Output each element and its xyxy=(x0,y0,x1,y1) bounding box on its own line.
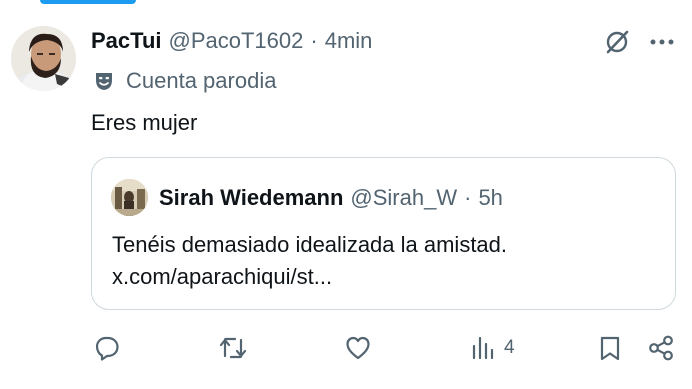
quote-separator-dot: · xyxy=(464,185,472,210)
user-handle[interactable]: @PacoT1602 xyxy=(169,27,304,55)
tweet-text: Eres mujer xyxy=(91,110,198,135)
post-header: PacTui @PacoT1602 · 4min xyxy=(91,27,372,55)
display-name[interactable]: PacTui xyxy=(91,27,162,55)
quote-display-name[interactable]: Sirah Wiedemann xyxy=(159,185,343,211)
repost-icon xyxy=(219,337,247,359)
quote-avatar[interactable] xyxy=(111,179,148,216)
quoted-tweet[interactable]: Sirah Wiedemann @Sirah_W · 5h Tenéis dem… xyxy=(91,157,676,310)
separator-dot: · xyxy=(310,28,318,53)
grok-icon[interactable] xyxy=(602,27,632,57)
theater-mask-icon xyxy=(96,73,112,90)
bookmark-button[interactable] xyxy=(597,332,623,364)
quote-avatar-image xyxy=(111,179,148,216)
quote-timestamp[interactable]: 5h xyxy=(478,185,502,211)
like-button[interactable] xyxy=(344,332,372,364)
parody-text: Cuenta parodia xyxy=(126,68,277,93)
avatar[interactable] xyxy=(11,26,76,91)
quote-header: Sirah Wiedemann @Sirah_W · 5h xyxy=(159,184,503,212)
tweet-container: PacTui @PacoT1602 · 4min Cuenta parodia … xyxy=(0,0,692,389)
quote-handle[interactable]: @Sirah_W xyxy=(350,185,457,211)
quote-text: Tenéis demasiado idealizada la amistad. … xyxy=(112,229,507,293)
share-icon xyxy=(649,335,673,361)
quote-link[interactable]: x.com/aparachiqui/st... xyxy=(112,261,507,293)
repost-button[interactable] xyxy=(218,332,248,364)
bookmark-icon xyxy=(600,336,620,361)
tab-indicator xyxy=(40,0,136,4)
share-button[interactable] xyxy=(647,332,675,364)
action-bar: 4 xyxy=(0,332,692,364)
views-count: 4 xyxy=(504,337,515,358)
views-icon xyxy=(472,336,494,360)
parody-label: Cuenta parodia xyxy=(94,68,276,94)
timestamp[interactable]: 4min xyxy=(325,27,373,55)
heart-icon xyxy=(346,336,370,360)
quote-text-line: Tenéis demasiado idealizada la amistad. xyxy=(112,232,508,257)
reply-button[interactable] xyxy=(93,332,121,364)
avatar-image xyxy=(11,26,76,91)
reply-icon xyxy=(95,336,119,361)
more-icon[interactable] xyxy=(647,27,677,57)
views-button[interactable]: 4 xyxy=(470,332,515,364)
